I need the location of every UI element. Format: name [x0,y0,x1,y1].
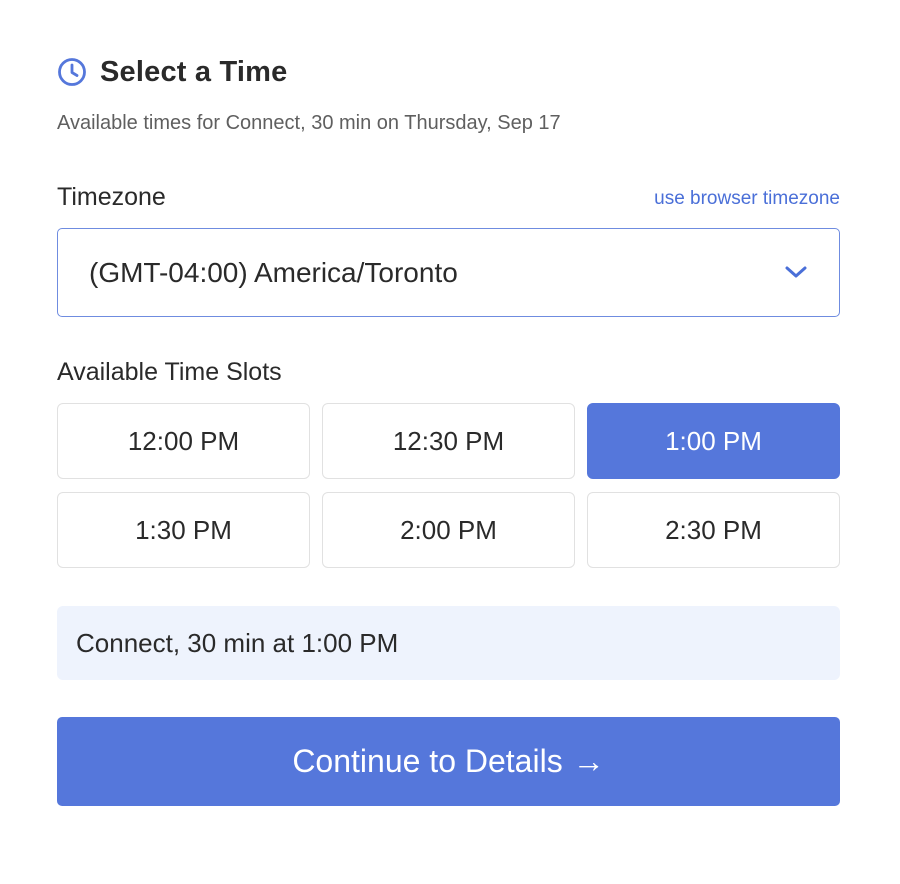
time-slots-label: Available Time Slots [57,358,282,386]
time-slot-button[interactable]: 1:30 PM [57,492,310,568]
page-title: Select a Time [100,55,288,88]
time-slot-button[interactable]: 1:00 PM [587,403,840,479]
time-slot-button[interactable]: 12:30 PM [322,403,575,479]
timezone-value: (GMT-04:00) America/Toronto [89,256,458,288]
page-subtitle: Available times for Connect, 30 min on T… [57,112,561,134]
timezone-select[interactable]: (GMT-04:00) America/Toronto [57,228,840,317]
continue-button-label: Continue to Details [292,743,563,779]
arrow-right-icon: → [572,743,605,779]
clock-icon [58,58,86,86]
time-slot-button[interactable]: 12:00 PM [57,403,310,479]
selection-summary: Connect, 30 min at 1:00 PM [57,606,840,680]
continue-to-details-button[interactable]: Continue to Details → [57,717,840,806]
timezone-label: Timezone [57,183,166,211]
chevron-down-icon [785,266,807,278]
use-browser-timezone-link[interactable]: use browser timezone [654,188,840,210]
time-slot-button[interactable]: 2:30 PM [587,492,840,568]
time-slot-button[interactable]: 2:00 PM [322,492,575,568]
time-slots-grid: 12:00 PM 12:30 PM 1:00 PM 1:30 PM 2:00 P… [57,403,840,568]
title-row: Select a Time [57,55,287,89]
